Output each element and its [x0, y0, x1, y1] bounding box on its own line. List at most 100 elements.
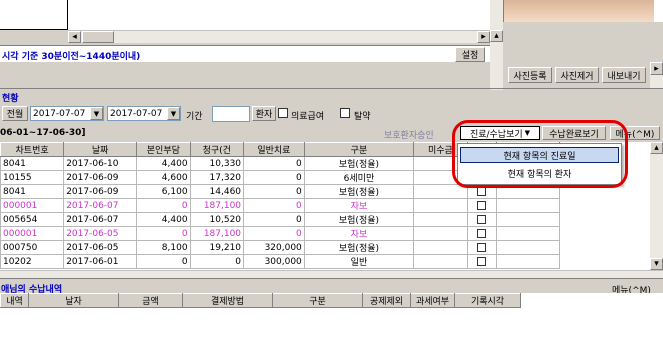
chevron-down-icon[interactable]: ▼ — [90, 107, 103, 120]
all-button[interactable]: 전월 — [2, 106, 28, 121]
horizontal-scrollbar[interactable]: ◂ ▸ — [68, 30, 490, 43]
col-deduct[interactable]: 공제제외 — [362, 293, 411, 308]
setting-button[interactable]: 설정 — [455, 47, 485, 62]
cell-unpaid — [413, 184, 468, 199]
cell-date: 2017-06-01 — [63, 254, 138, 269]
cell-general: 320,000 — [243, 240, 305, 255]
table-row[interactable]: 000750 2017-06-05 8,100 19,210 320,000 보험(정율) — [0, 240, 561, 255]
bottom-table: 내역 날자 금액 결제방법 구분 공제제외 과세여부 기록시각 — [0, 293, 521, 308]
withdraw-checkbox[interactable] — [466, 240, 497, 255]
withdraw-checkbox[interactable] — [466, 198, 497, 213]
cell-unpaid — [413, 226, 468, 241]
guardian-approve-link[interactable]: 보호환자승인 — [384, 128, 434, 141]
cell-self: 6,100 — [136, 184, 191, 199]
col-record-time[interactable]: 기록시각 — [454, 293, 521, 308]
vertical-scrollbar-top[interactable]: ▴ — [490, 0, 503, 90]
scroll-right-button[interactable]: ▸ — [477, 31, 490, 43]
date-to-select[interactable]: 2017-07-07 ▼ — [107, 106, 181, 121]
cell-general: 0 — [243, 184, 305, 199]
cell-note — [495, 240, 561, 255]
medical-aid-label: 의료급여 — [291, 112, 325, 122]
col-amount[interactable]: 금액 — [118, 293, 183, 308]
cell-chart: 10202 — [0, 254, 65, 269]
photo-register-button[interactable]: 사진등록 — [508, 67, 552, 83]
cell-chart: 000750 — [0, 240, 65, 255]
col-tax[interactable]: 과세여부 — [410, 293, 455, 308]
cell-general: 300,000 — [243, 254, 305, 269]
cell-chart: 000001 — [0, 198, 65, 213]
col-date[interactable]: 날짜 — [63, 142, 138, 157]
export-button[interactable]: 내보내기 — [602, 67, 646, 83]
cell-self: 4,400 — [136, 156, 191, 171]
photo-placeholder — [503, 22, 663, 68]
cell-self: 0 — [136, 226, 191, 241]
cell-general: 0 — [243, 198, 305, 213]
cell-unpaid — [413, 240, 468, 255]
col-general[interactable]: 일반치료 — [243, 142, 305, 157]
status-tab-label: 현황 — [2, 94, 19, 104]
withdraw-checkbox[interactable] — [466, 212, 497, 227]
cell-type: 보험(정율) — [303, 184, 415, 199]
cell-self: 4,400 — [136, 212, 191, 227]
col-type[interactable]: 구분 — [303, 142, 415, 157]
scroll-down-button[interactable]: ▸ — [650, 62, 663, 75]
notice-text: 시각 기준 30분이전~1440분이내) — [2, 52, 141, 62]
scroll-thumb[interactable] — [82, 31, 114, 43]
cell-note — [495, 212, 561, 227]
cell-claim: 0 — [189, 254, 245, 269]
chevron-down-icon[interactable]: ▼ — [167, 107, 180, 120]
cell-date: 2017-06-05 — [63, 226, 138, 241]
medical-aid-checkbox[interactable] — [278, 108, 288, 119]
table-scrollbar[interactable]: ▴ ▾ — [650, 142, 663, 270]
table-h-scrollbar[interactable] — [0, 270, 663, 278]
range-title: 06-01~17-06-30] — [0, 128, 86, 138]
cell-chart: 10155 — [0, 170, 65, 185]
scroll-left-button[interactable]: ◂ — [68, 31, 81, 43]
date-from-select[interactable]: 2017-07-07 ▼ — [30, 106, 104, 121]
cell-self: 0 — [136, 198, 191, 213]
col-date[interactable]: 날자 — [28, 293, 119, 308]
col-detail[interactable]: 내역 — [0, 293, 29, 308]
patient-button[interactable]: 환자 — [252, 106, 276, 121]
cell-claim: 10,330 — [189, 156, 245, 171]
top-left-pane — [0, 0, 68, 30]
col-payment[interactable]: 결제방법 — [182, 293, 273, 308]
col-self[interactable]: 본인부담 — [136, 142, 191, 157]
cell-claim: 14,460 — [189, 184, 245, 199]
bottom-table-header: 내역 날자 금액 결제방법 구분 공제제외 과세여부 기록시각 — [0, 293, 521, 308]
right-scroll[interactable]: ▸ — [650, 62, 663, 88]
cell-self: 4,600 — [136, 170, 191, 185]
photo-remove-button[interactable]: 사진제거 — [555, 67, 599, 83]
scroll-up-button[interactable]: ▴ — [490, 30, 503, 42]
cell-self: 0 — [136, 254, 191, 269]
col-claim[interactable]: 청구(건 — [189, 142, 245, 157]
cell-note — [495, 226, 561, 241]
withdraw-checkbox[interactable] — [466, 226, 497, 241]
cell-type: 보험(정율) — [303, 212, 415, 227]
col-chart[interactable]: 차트번호 — [0, 142, 65, 157]
scroll-up-button[interactable]: ▴ — [650, 142, 663, 154]
table-row[interactable]: 000001 2017-06-05 0 187,100 0 자보 — [0, 226, 561, 241]
cell-date: 2017-06-07 — [63, 212, 138, 227]
cell-type: 자보 — [303, 226, 415, 241]
table-row[interactable]: 005654 2017-06-07 4,400 10,520 0 보험(정율) — [0, 212, 561, 227]
scroll-down-button[interactable]: ▾ — [650, 258, 663, 270]
bottom-panel: 애님의 수납내역 메뉴(^M) 내역 날자 금액 결제방법 구분 공제제외 과세… — [0, 278, 663, 346]
cell-claim: 187,100 — [189, 198, 245, 213]
status-tab[interactable]: 현황 — [0, 88, 663, 104]
table-row[interactable]: 000001 2017-06-07 0 187,100 0 자보 — [0, 198, 561, 213]
cell-date: 2017-06-07 — [63, 198, 138, 213]
period-input[interactable] — [212, 106, 250, 122]
period-label: 기간 — [186, 112, 203, 122]
cell-chart: 8041 — [0, 156, 65, 171]
top-list-area — [68, 0, 490, 30]
cell-type: 보험(정율) — [303, 156, 415, 171]
table-row[interactable]: 10202 2017-06-01 0 0 300,000 일반 — [0, 254, 561, 269]
cell-general: 0 — [243, 156, 305, 171]
withdraw-checkbox[interactable] — [340, 108, 350, 119]
photo-frame — [503, 0, 663, 22]
cell-chart: 8041 — [0, 184, 65, 199]
col-kind[interactable]: 구분 — [272, 293, 363, 308]
withdraw-checkbox[interactable] — [466, 254, 497, 269]
cell-general: 0 — [243, 212, 305, 227]
